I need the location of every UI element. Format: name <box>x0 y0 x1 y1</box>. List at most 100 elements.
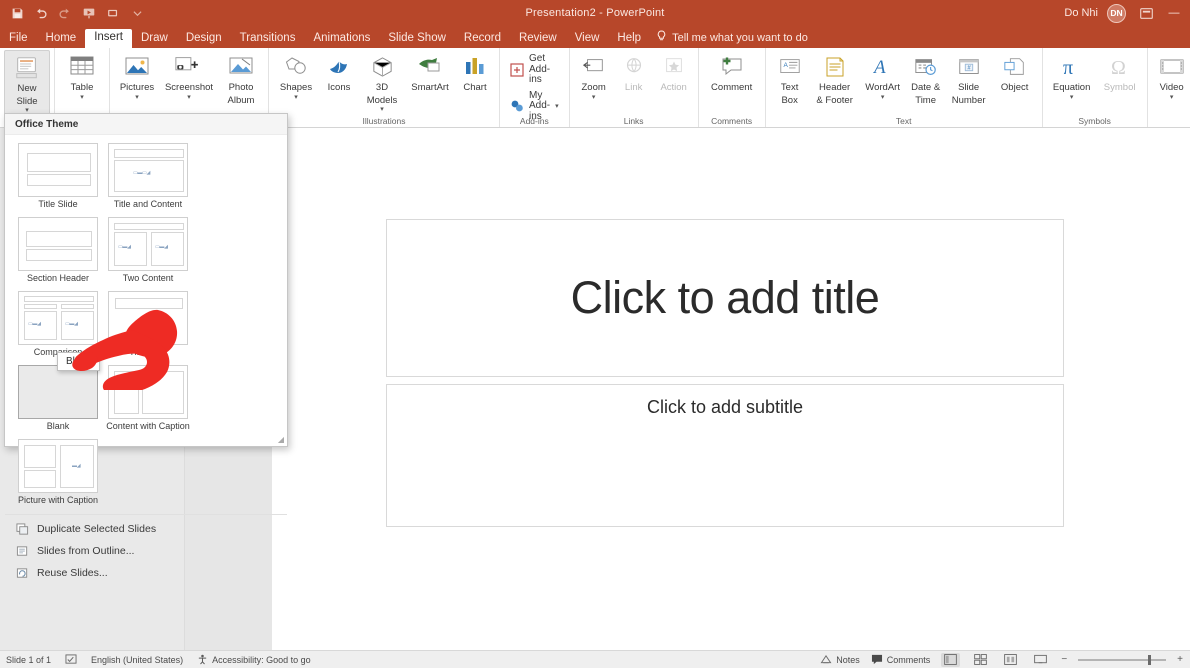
duplicate-slides-icon <box>15 522 29 536</box>
table-button[interactable]: Table ▾ <box>59 50 105 101</box>
menu-reuse-slides[interactable]: Reuse Slides... <box>5 562 287 584</box>
tab-transitions[interactable]: Transitions <box>231 30 305 49</box>
screenshot-button[interactable]: Screenshot ▾ <box>160 50 218 101</box>
normal-view-button[interactable] <box>941 652 961 667</box>
layout-title-and-content[interactable]: ▭▬▭◢ Title and Content <box>103 140 193 214</box>
notes-button[interactable]: Notes <box>820 654 860 665</box>
tab-slide-show[interactable]: Slide Show <box>379 30 455 49</box>
zoom-label: Zoom <box>581 82 606 93</box>
tab-insert[interactable]: Insert <box>85 28 132 48</box>
text-box-button[interactable]: A Text Box <box>770 50 810 106</box>
3d-models-caret-icon[interactable]: ▾ <box>380 106 384 113</box>
save-icon[interactable] <box>6 3 28 23</box>
comment-button[interactable]: Comment <box>703 50 761 94</box>
redo-icon[interactable] <box>54 3 76 23</box>
date-time-button[interactable]: Date & Time <box>906 50 946 106</box>
new-slide-button[interactable]: New Slide ▾ <box>4 50 50 115</box>
ribbon-display-options-icon[interactable] <box>1135 3 1157 23</box>
layout-content-with-caption[interactable]: Content with Caption <box>103 362 193 436</box>
tab-view[interactable]: View <box>566 30 609 49</box>
my-addins-caret-icon[interactable]: ▾ <box>555 103 559 110</box>
touch-mode-icon[interactable] <box>102 3 124 23</box>
zoom-caret-icon[interactable]: ▾ <box>592 94 596 101</box>
layout-name: Two Content <box>122 273 174 283</box>
layout-section-header[interactable]: Section Header <box>13 214 103 288</box>
tab-design[interactable]: Design <box>177 30 231 49</box>
wordart-caret-icon[interactable]: ▾ <box>881 94 885 101</box>
header-footer-label-1: Header <box>819 82 851 93</box>
pictures-caret-icon[interactable]: ▾ <box>135 94 139 101</box>
shapes-button[interactable]: Shapes ▾ <box>273 50 319 101</box>
table-caret-icon[interactable]: ▾ <box>80 94 84 101</box>
ribbon-group-comments: Comment Comments <box>697 48 765 127</box>
layout-two-content[interactable]: ▭▬◢ ▭▬◢ Two Content <box>103 214 193 288</box>
undo-icon[interactable] <box>30 3 52 23</box>
icons-button[interactable]: Icons <box>319 50 359 94</box>
start-presentation-icon[interactable] <box>78 3 100 23</box>
menu-duplicate-selected-slides[interactable]: Duplicate Selected Slides <box>5 518 287 540</box>
layout-comparison[interactable]: ▭▬◢ ▭▬◢ Comparison <box>13 288 103 362</box>
zoom-out-button[interactable]: − <box>1061 654 1067 665</box>
shapes-caret-icon[interactable]: ▾ <box>294 94 298 101</box>
layout-thumbnail <box>18 365 98 419</box>
minimize-button[interactable]: — <box>1166 7 1182 19</box>
layout-thumbnail: ▭▬▭◢ <box>108 143 188 197</box>
comments-button[interactable]: Comments <box>871 654 930 665</box>
avatar[interactable]: DN <box>1107 3 1126 23</box>
get-addins-button[interactable]: Get Add-ins <box>510 53 559 86</box>
3d-models-button[interactable]: 3D Models ▾ <box>359 50 405 113</box>
header-footer-button[interactable]: Header & Footer <box>810 50 860 106</box>
language-indicator[interactable]: English (United States) <box>91 655 183 665</box>
table-icon <box>69 53 95 81</box>
slide-counter[interactable]: Slide 1 of 1 <box>6 655 51 665</box>
zoom-in-button[interactable]: + <box>1177 654 1183 665</box>
tell-me-box[interactable]: Tell me what you want to do <box>656 30 808 48</box>
customize-qat-icon[interactable] <box>126 3 148 23</box>
object-button[interactable]: Object <box>992 50 1038 94</box>
menu-slides-from-outline[interactable]: Slides from Outline... <box>5 540 287 562</box>
reuse-slides-icon <box>15 566 29 580</box>
layout-title-slide[interactable]: Title Slide <box>13 140 103 214</box>
slide-show-button[interactable] <box>1031 653 1050 667</box>
tab-home[interactable]: Home <box>37 30 86 49</box>
ribbon-tabs: File Home Insert Draw Design Transitions… <box>0 26 1190 48</box>
slides-from-outline-icon <box>15 544 29 558</box>
pictures-button[interactable]: Pictures ▾ <box>114 50 160 101</box>
equation-button[interactable]: π Equation ▾ <box>1047 50 1097 101</box>
tab-review[interactable]: Review <box>510 30 566 49</box>
symbol-icon: Ω <box>1107 53 1133 81</box>
zoom-slider-thumb[interactable] <box>1148 654 1152 665</box>
zoom-button[interactable]: Zoom ▾ <box>574 50 614 101</box>
resize-grip-icon[interactable]: ◢ <box>278 435 284 444</box>
zoom-slider[interactable] <box>1078 654 1167 665</box>
layout-title-only[interactable]: Title Only <box>103 288 193 362</box>
video-caret-icon[interactable]: ▾ <box>1170 94 1174 101</box>
slide-number-icon: # <box>957 53 981 81</box>
spell-check-icon[interactable] <box>65 654 77 665</box>
screenshot-caret-icon[interactable]: ▾ <box>187 94 191 101</box>
tab-record[interactable]: Record <box>455 30 510 49</box>
slide-number-button[interactable]: # Slide Number <box>946 50 992 106</box>
layout-blank[interactable]: Blank <box>13 362 103 436</box>
layout-picture-with-caption[interactable]: ▬◢ Picture with Caption <box>13 436 103 510</box>
my-addins-icon <box>510 99 524 113</box>
tab-animations[interactable]: Animations <box>304 30 379 49</box>
reading-view-button[interactable] <box>1001 653 1020 667</box>
title-placeholder[interactable]: Click to add title <box>386 219 1064 377</box>
current-slide[interactable]: Click to add title Click to add subtitle <box>386 219 1064 527</box>
slide-sorter-view-button[interactable] <box>971 653 990 667</box>
title-placeholder-text: Click to add title <box>570 272 880 323</box>
slide-canvas[interactable]: Click to add title Click to add subtitle <box>272 128 1190 650</box>
subtitle-placeholder[interactable]: Click to add subtitle <box>386 384 1064 527</box>
equation-caret-icon[interactable]: ▾ <box>1070 94 1074 101</box>
tab-draw[interactable]: Draw <box>132 30 177 49</box>
chart-button[interactable]: Chart <box>455 50 495 94</box>
smartart-button[interactable]: SmartArt <box>405 50 455 94</box>
tab-help[interactable]: Help <box>608 30 650 49</box>
accessibility-checker[interactable]: Accessibility: Good to go <box>197 654 311 665</box>
wordart-button[interactable]: A WordArt ▾ <box>860 50 906 101</box>
photo-album-button[interactable]: Photo Album <box>218 50 264 106</box>
tab-file[interactable]: File <box>0 30 37 49</box>
video-button[interactable]: Video ▾ <box>1152 50 1190 101</box>
new-slide-gallery[interactable]: Office Theme Title Slide ▭▬▭◢ Title and … <box>4 113 288 579</box>
